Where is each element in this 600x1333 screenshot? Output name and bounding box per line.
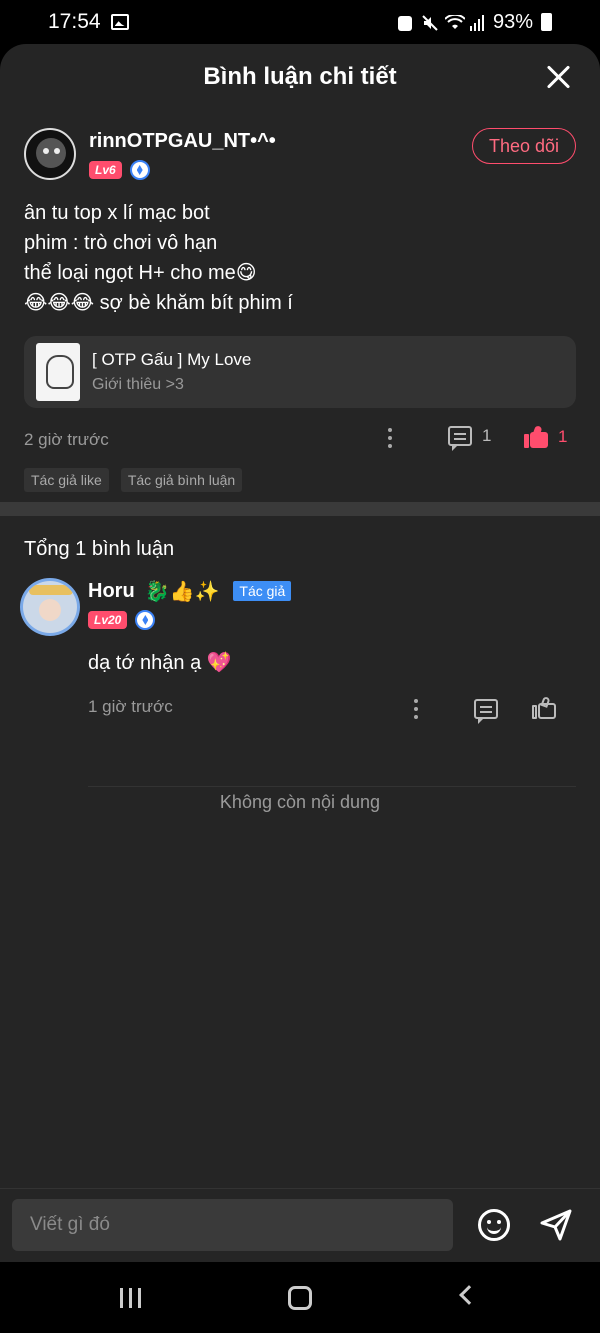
sheet-header: Bình luận chi tiết — [0, 44, 600, 110]
level-badge: Lv20 — [88, 611, 128, 629]
post-body: ân tu top x lí mạc bot phim : trò chơi v… — [24, 198, 576, 318]
author-tag: Tác giả — [233, 581, 292, 601]
like-button[interactable]: 1 — [524, 425, 568, 448]
back-icon[interactable] — [459, 1285, 479, 1305]
like-count: 1 — [558, 427, 568, 446]
name-emojis: 🐉👍✨ — [144, 580, 220, 603]
section-divider — [0, 502, 600, 516]
status-time: 17:54 — [48, 10, 101, 33]
comment-detail-sheet: Bình luận chi tiết rinnOTPGAU_NT•^• Lv6 … — [0, 44, 600, 1262]
recent-apps-icon[interactable] — [120, 1288, 144, 1308]
follow-button[interactable]: Theo dõi — [472, 128, 576, 164]
comment-main: Horu 🐉👍✨ Tác giả Lv20 dạ tớ nhận ạ 💖 1 g… — [88, 578, 576, 725]
wifi-icon — [444, 13, 466, 30]
author-meta: rinnOTPGAU_NT•^• Lv6 — [89, 128, 276, 180]
avatar[interactable] — [20, 578, 80, 636]
comment-input[interactable] — [12, 1199, 453, 1251]
comment-count: 1 — [482, 426, 492, 445]
tag-author-comment: Tác giả bình luận — [120, 468, 243, 492]
comment-meta-row: 1 giờ trước — [88, 696, 576, 725]
comment-name-row: Horu 🐉👍✨ Tác giả — [88, 578, 576, 604]
home-icon[interactable] — [288, 1286, 312, 1310]
emoji-icon[interactable] — [478, 1209, 510, 1241]
status-bar: 17:54 93% — [0, 0, 600, 44]
post: rinnOTPGAU_NT•^• Lv6 Theo dõi ân tu top … — [0, 110, 600, 492]
page-title: Bình luận chi tiết — [203, 63, 397, 90]
post-meta-row: 2 giờ trước 1 1 — [24, 425, 576, 454]
comment-time: 1 giờ trước — [88, 697, 173, 716]
author-name[interactable]: rinnOTPGAU_NT•^• — [89, 128, 276, 154]
tag-author-like: Tác giả like — [24, 468, 109, 492]
battery-percent: 93% — [492, 10, 533, 33]
mute-icon — [421, 14, 438, 31]
system-nav-bar — [0, 1262, 600, 1333]
gallery-notification-icon — [110, 14, 129, 30]
commenter-badges: Lv20 — [88, 610, 576, 630]
author-badges: Lv6 — [89, 160, 276, 180]
level-badge: Lv6 — [89, 161, 122, 179]
signal-icon — [469, 14, 485, 31]
post-line: ân tu top x lí mạc bot — [24, 202, 210, 224]
reply-icon[interactable] — [474, 699, 498, 724]
comment-icon — [448, 426, 472, 451]
book-info: [ OTP Gấu ] My Love Giới thiêu >3 — [92, 350, 251, 394]
comment-separator — [88, 786, 576, 787]
send-icon[interactable] — [538, 1207, 574, 1243]
comment-input-bar — [0, 1188, 600, 1262]
book-cover — [36, 343, 80, 401]
book-card[interactable]: [ OTP Gấu ] My Love Giới thiêu >3 — [24, 336, 576, 408]
diamond-icon — [129, 160, 150, 180]
end-of-content-text: Không còn nội dung — [219, 792, 381, 812]
post-line: 😂😂😂 sợ bè khăm bít phim í — [24, 292, 293, 314]
recycle-icon — [397, 14, 413, 31]
post-line: thể loại ngọt H+ cho me😋 — [24, 262, 257, 284]
thumbs-up-icon — [524, 425, 548, 448]
post-line: phim : trò chơi vô hạn — [24, 232, 218, 254]
book-subtitle: Giới thiêu >3 — [92, 376, 184, 393]
comment-text: dạ tớ nhận ạ 💖 — [88, 652, 232, 674]
post-time: 2 giờ trước — [24, 430, 109, 449]
thumbs-up-icon[interactable] — [532, 696, 556, 719]
avatar[interactable] — [24, 128, 76, 180]
comment-button[interactable]: 1 — [448, 426, 492, 451]
commenter-name[interactable]: Horu — [88, 580, 135, 603]
close-icon[interactable] — [546, 64, 572, 90]
status-indicators: 93% — [397, 11, 552, 34]
more-options-icon[interactable] — [387, 428, 393, 450]
diamond-icon — [135, 610, 156, 630]
battery-icon — [541, 13, 552, 31]
more-options-icon[interactable] — [413, 699, 419, 723]
book-title: [ OTP Gấu ] My Love — [92, 350, 252, 369]
post-tags: Tác giả like Tác giả bình luận — [24, 468, 576, 492]
comments-count-title: Tổng 1 bình luận — [24, 538, 175, 560]
